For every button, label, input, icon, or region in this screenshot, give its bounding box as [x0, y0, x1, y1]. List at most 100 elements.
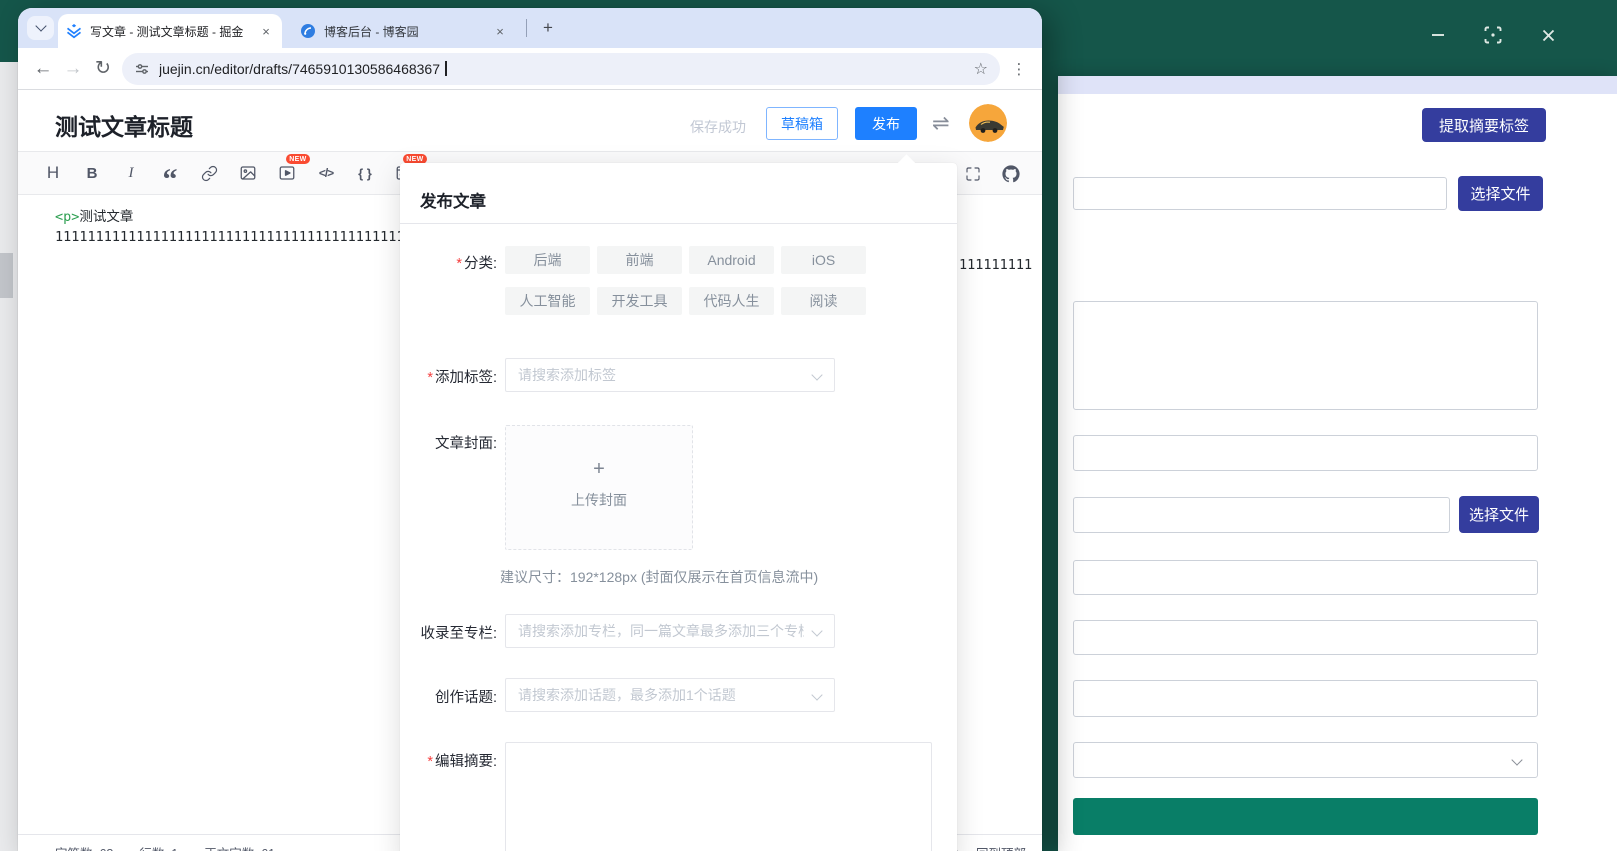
char-count: 字符数: 68 [55, 843, 113, 851]
publish-button[interactable]: 发布 [855, 107, 917, 140]
tab-close-icon[interactable]: × [492, 23, 508, 39]
italic-icon[interactable]: I [122, 163, 140, 183]
drafts-button[interactable]: 草稿箱 [766, 107, 838, 140]
tab-strip: 写文章 - 测试文章标题 - 掘金 × 博客后台 - 博客园 × + [18, 8, 1042, 48]
github-icon[interactable] [1002, 164, 1020, 184]
juejin-favicon-icon [66, 23, 82, 39]
desktop-window-controls [1427, 24, 1559, 46]
text-cursor [445, 61, 447, 76]
collection-select[interactable]: 请搜索添加专栏，同一篇文章最多添加三个专栏 [505, 614, 835, 648]
tab-divider [526, 19, 527, 37]
html-tag: <p> [55, 209, 79, 225]
video-icon[interactable]: NEW [278, 163, 296, 183]
blockquote-icon[interactable]: “ [161, 163, 179, 183]
editor-toolbar-right [964, 152, 1020, 196]
cover-upload-box[interactable]: + 上传封面 [505, 425, 693, 550]
chevron-down-icon [35, 20, 46, 31]
category-coding-life[interactable]: 代码人生 [689, 287, 774, 315]
minimize-icon[interactable] [1427, 24, 1449, 46]
line-count: 行数: 1 [139, 843, 178, 851]
switch-editor-icon[interactable]: ⇌ [932, 111, 950, 136]
collection-label: 收录至专栏: [400, 622, 497, 643]
bg-input-4[interactable] [1073, 560, 1538, 595]
bg-input-3[interactable] [1073, 497, 1450, 533]
bold-icon[interactable]: B [83, 163, 101, 183]
capture-icon[interactable] [1482, 24, 1504, 46]
reload-button[interactable]: ↻ [88, 54, 118, 84]
extract-summary-tags-button[interactable]: 提取摘要标签 [1422, 108, 1546, 142]
background-window-left-edge [0, 62, 18, 851]
category-devtools[interactable]: 开发工具 [597, 287, 682, 315]
summary-textarea[interactable] [505, 742, 932, 851]
browser-window: 写文章 - 测试文章标题 - 掘金 × 博客后台 - 博客园 × + ← → ↻ [18, 8, 1042, 851]
avatar[interactable] [969, 104, 1007, 142]
link-icon[interactable] [200, 163, 218, 183]
category-label: *分类: [400, 252, 497, 273]
tab-cnblogs-admin[interactable]: 博客后台 - 博客园 × [292, 14, 516, 48]
back-button[interactable]: ← [28, 54, 58, 84]
inline-code-icon[interactable]: </> [317, 163, 335, 183]
fullscreen-icon[interactable] [964, 164, 982, 184]
url-text: juejin.cn/editor/drafts/7465910130586468… [159, 61, 440, 77]
new-badge: NEW [286, 154, 310, 164]
background-window-blog-admin: 提取摘要标签 选择文件 选择文件 [1058, 76, 1617, 851]
back-to-top-button[interactable]: 回到顶部 [976, 843, 1026, 851]
category-ios[interactable]: iOS [781, 246, 866, 274]
bg-textarea-1[interactable] [1073, 301, 1538, 410]
choose-file-button-2[interactable]: 选择文件 [1459, 496, 1539, 533]
braces-icon[interactable]: { } [356, 163, 374, 183]
upload-cover-text: 上传封面 [506, 490, 692, 510]
bg-input-1[interactable] [1073, 177, 1447, 210]
category-ai[interactable]: 人工智能 [505, 287, 590, 315]
choose-file-button-1[interactable]: 选择文件 [1458, 176, 1543, 211]
summary-label: *编辑摘要: [400, 750, 497, 771]
close-icon[interactable] [1537, 24, 1559, 46]
desktop: 提取摘要标签 选择文件 选择文件 写文章 - 测试文章标题 - 掘金 [0, 0, 1617, 851]
word-count: 正文字数: 61 [204, 843, 275, 851]
site-info-icon[interactable] [134, 61, 150, 77]
category-backend[interactable]: 后端 [505, 246, 590, 274]
category-frontend[interactable]: 前端 [597, 246, 682, 274]
address-bar[interactable]: juejin.cn/editor/drafts/7465910130586468… [122, 53, 1000, 85]
dialog-title: 发布文章 [420, 188, 486, 212]
topic-select[interactable]: 请搜索添加话题，最多添加1个话题 [505, 678, 835, 712]
juejin-editor-page: 测试文章标题 保存成功 草稿箱 发布 ⇌ H B I “ [18, 90, 1042, 851]
bg-submit-bar[interactable] [1073, 798, 1538, 835]
background-window-top-strip [1058, 76, 1617, 94]
save-status: 保存成功 [690, 117, 746, 137]
tab-close-icon[interactable]: × [258, 23, 274, 39]
preview-text-fragment: 111111111 [959, 257, 1032, 273]
category-reading[interactable]: 阅读 [781, 287, 866, 315]
cover-label: 文章封面: [400, 432, 497, 453]
category-android[interactable]: Android [689, 246, 774, 274]
required-asterisk: * [427, 370, 433, 386]
publish-dialog: 发布文章 *分类: 后端 前端 Android iOS 人工智能 开发工具 代码… [400, 163, 957, 851]
new-tab-button[interactable]: + [536, 16, 560, 40]
article-title-input[interactable]: 测试文章标题 [55, 108, 193, 142]
image-icon[interactable] [239, 163, 257, 183]
tags-placeholder: 请搜索添加标签 [518, 365, 616, 385]
tags-label: *添加标签: [400, 366, 497, 387]
chevron-down-icon [1511, 754, 1522, 765]
tab-juejin-editor[interactable]: 写文章 - 测试文章标题 - 掘金 × [58, 14, 282, 48]
required-asterisk: * [427, 754, 433, 770]
editor-content-line1[interactable]: <p>测试文章 [55, 205, 133, 225]
topic-label: 创作话题: [400, 686, 497, 707]
browser-menu-icon[interactable]: ⋮ [1006, 56, 1032, 82]
bg-select[interactable] [1073, 742, 1538, 778]
heading-icon[interactable]: H [44, 163, 62, 183]
bg-input-5[interactable] [1073, 620, 1538, 655]
tab-search-button[interactable] [27, 16, 54, 40]
browser-toolbar: ← → ↻ juejin.cn/editor/drafts/7465910130… [18, 48, 1042, 90]
required-asterisk: * [456, 256, 462, 272]
line1-text: 测试文章 [79, 209, 133, 225]
forward-button[interactable]: → [58, 54, 88, 84]
tags-select[interactable]: 请搜索添加标签 [505, 358, 835, 392]
cover-size-hint: 建议尺寸：192*128px (封面仅展示在首页信息流中) [500, 567, 818, 587]
collection-placeholder: 请搜索添加专栏，同一篇文章最多添加三个专栏 [518, 621, 804, 641]
bookmark-star-icon[interactable]: ☆ [974, 59, 988, 79]
plus-icon: + [506, 458, 692, 481]
background-left-scroll-thumb [0, 253, 13, 298]
bg-input-2[interactable] [1073, 435, 1538, 471]
bg-input-6[interactable] [1073, 680, 1538, 717]
